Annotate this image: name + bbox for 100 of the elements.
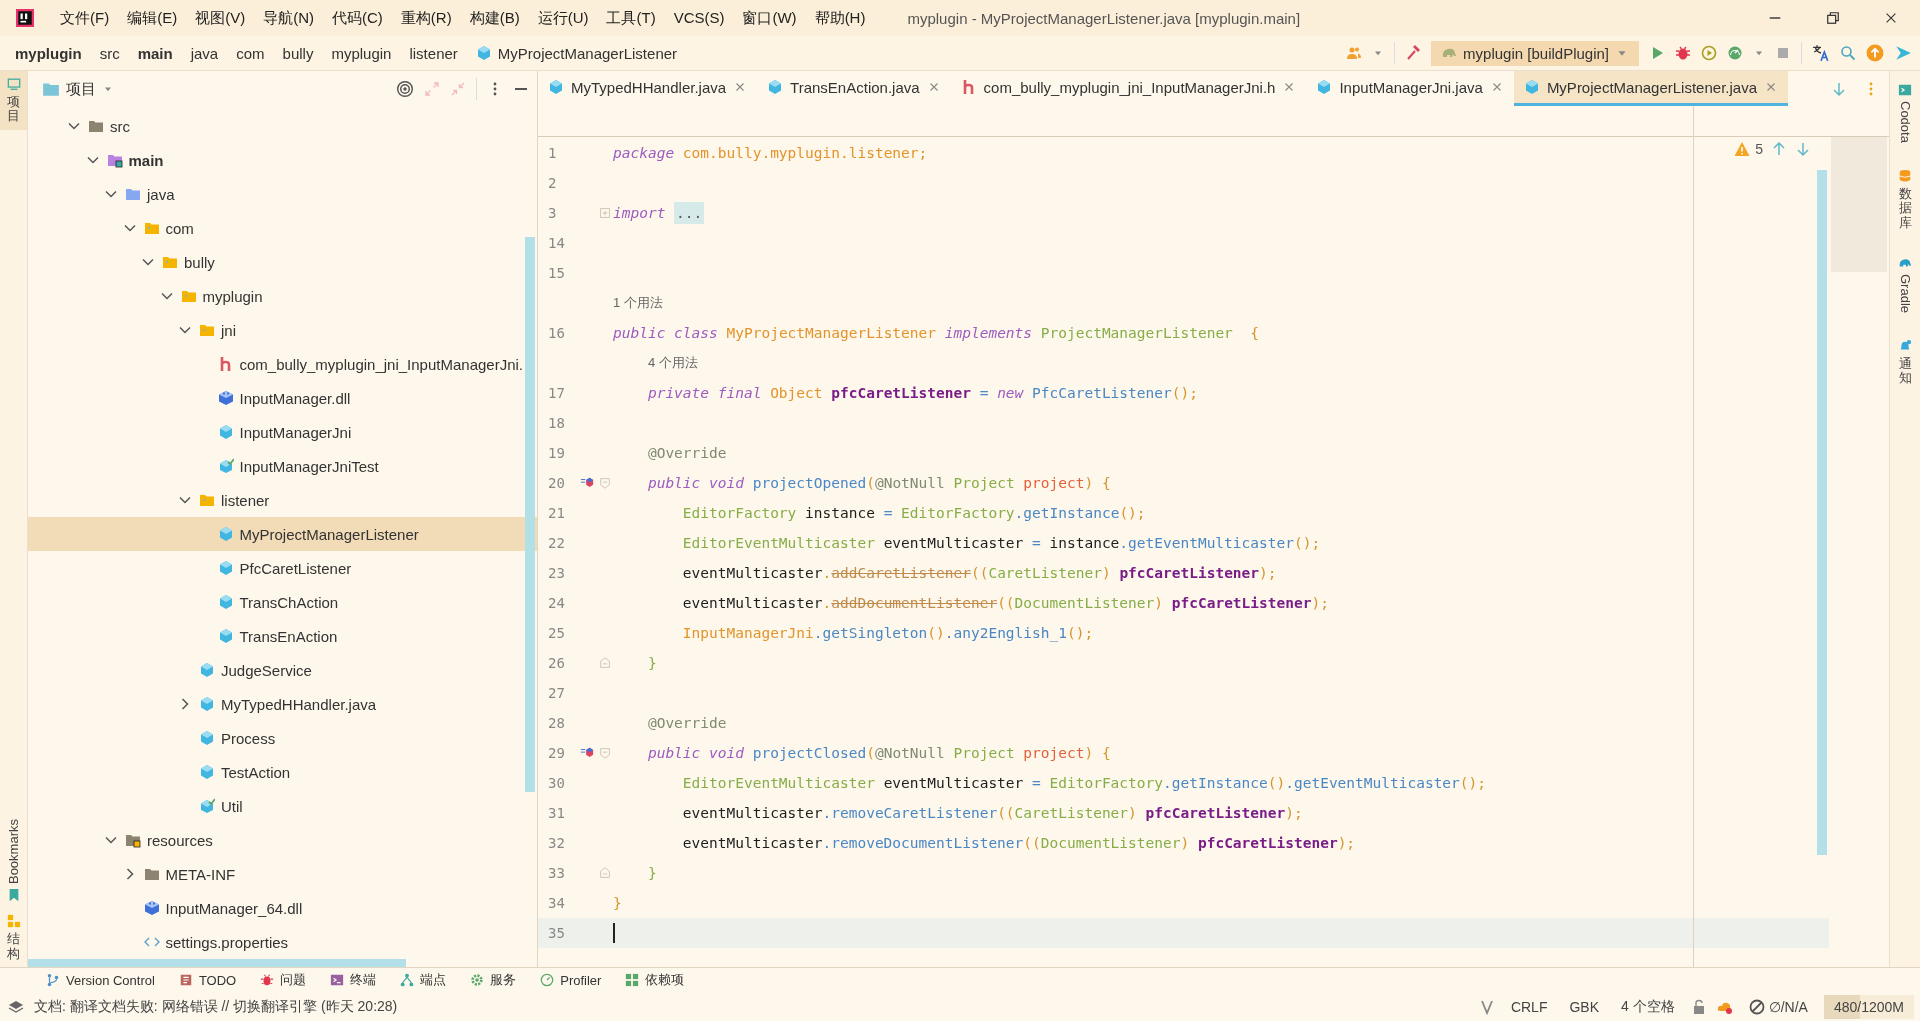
tree-item[interactable]: settings.properties: [28, 925, 537, 959]
tree-item[interactable]: TestAction: [28, 755, 537, 789]
tool-window-button[interactable]: Gradle: [1897, 249, 1913, 319]
memory-indicator[interactable]: 480/1200M: [1823, 994, 1914, 1019]
upload-icon[interactable]: [1866, 44, 1884, 62]
debug-icon[interactable]: [1675, 45, 1691, 61]
status-item[interactable]: GBK: [1563, 998, 1605, 1015]
translate-icon[interactable]: [1812, 44, 1830, 62]
tree-item[interactable]: JudgeService: [28, 653, 537, 687]
people-icon[interactable]: [1346, 45, 1363, 61]
scrollbar[interactable]: [28, 959, 406, 967]
tool-window-button[interactable]: 依赖项: [615, 971, 695, 989]
project-view-dropdown[interactable]: 项目: [36, 78, 120, 100]
tool-window-button[interactable]: 问题: [250, 971, 317, 989]
editor-tab[interactable]: MyTypedHHandler.java: [538, 71, 758, 106]
breadcrumb[interactable]: MyProjectManagerListener: [466, 44, 687, 62]
usage-hint[interactable]: 1 个用法: [613, 294, 663, 312]
tree-item[interactable]: TransEnAction: [28, 619, 537, 653]
bell-icon[interactable]: [1898, 338, 1912, 353]
tree-item[interactable]: META-INF: [28, 857, 537, 891]
tool-window-button[interactable]: Profiler: [530, 972, 612, 988]
tree-item[interactable]: InputManager_64.dll: [28, 891, 537, 925]
tree-item[interactable]: MyTypedHHandler.java: [28, 687, 537, 721]
tool-window-button[interactable]: 数据库: [1898, 162, 1912, 236]
menu-item[interactable]: 窗口(W): [734, 4, 805, 32]
arrow-down-icon[interactable]: [1795, 141, 1811, 157]
tool-window-button[interactable]: TODO: [168, 972, 247, 988]
tree-item[interactable]: InputManager.dll: [28, 381, 537, 415]
tree-item[interactable]: com: [28, 211, 537, 245]
arrow-up-icon[interactable]: [1771, 141, 1787, 157]
implements-marker-icon[interactable]: [580, 746, 594, 760]
tool-window-button[interactable]: Version Control: [36, 972, 165, 988]
structure-icon[interactable]: [6, 914, 21, 929]
tree-item[interactable]: com_bully_myplugin_jni_InputManagerJni.: [28, 347, 537, 381]
tree-item[interactable]: TransChAction: [28, 585, 537, 619]
tree-item[interactable]: InputManagerJni: [28, 415, 537, 449]
tool-window-button[interactable]: 通知: [1898, 332, 1912, 392]
menu-item[interactable]: 文件(F): [52, 4, 118, 32]
tool-window-button[interactable]: 服务: [460, 971, 527, 989]
editor-tab[interactable]: InputManagerJni.java: [1306, 71, 1514, 106]
target-icon[interactable]: [396, 80, 414, 98]
scrollbar[interactable]: [1817, 170, 1827, 855]
implements-marker-icon[interactable]: [580, 476, 594, 490]
breadcrumb[interactable]: com: [227, 44, 274, 62]
status-item[interactable]: CRLF: [1504, 998, 1554, 1015]
coverage-icon[interactable]: [1701, 45, 1717, 61]
tree-item[interactable]: InputManagerJniTest: [28, 449, 537, 483]
tool-window-button[interactable]: 项目: [0, 71, 27, 130]
arrow-down-icon[interactable]: [1831, 80, 1847, 97]
menu-item[interactable]: 编辑(E): [119, 4, 186, 32]
warning-count[interactable]: 5: [1734, 141, 1763, 157]
tree-item[interactable]: MyProjectManagerListener: [28, 517, 537, 551]
breadcrumb[interactable]: main: [128, 44, 182, 62]
tool-window-button[interactable]: 终端: [320, 971, 387, 989]
breadcrumb[interactable]: src: [90, 44, 129, 62]
menu-item[interactable]: 帮助(H): [806, 4, 874, 32]
search-icon[interactable]: [1840, 45, 1856, 61]
stop-icon[interactable]: [1775, 45, 1791, 61]
fold-icon[interactable]: [597, 656, 612, 670]
expand-icon[interactable]: [424, 81, 440, 97]
terminal-icon[interactable]: [1898, 83, 1912, 97]
tool-window-button[interactable]: Bookmarks: [0, 813, 27, 909]
run-configuration-dropdown[interactable]: myplugin [buildPlugin]: [1431, 40, 1639, 66]
tree-item[interactable]: java: [28, 177, 537, 211]
database-icon[interactable]: [1898, 168, 1912, 183]
fold-icon[interactable]: [597, 206, 612, 220]
arrow-logo-icon[interactable]: [1894, 44, 1912, 62]
tree-item[interactable]: main: [28, 143, 537, 177]
tree-item[interactable]: Process: [28, 721, 537, 755]
tree-item[interactable]: jni: [28, 313, 537, 347]
breadcrumb[interactable]: bully: [273, 44, 323, 62]
layers-icon[interactable]: [8, 998, 24, 1015]
menu-item[interactable]: 运行(U): [529, 4, 597, 32]
fold-icon[interactable]: [597, 866, 612, 880]
tree-item[interactable]: src: [28, 109, 537, 143]
menu-item[interactable]: 导航(N): [255, 4, 322, 32]
tool-window-button[interactable]: 结构: [0, 908, 27, 967]
status-message[interactable]: 文档: 翻译文档失败: 网络错误 // 切换翻译引擎 (昨天 20:28): [34, 997, 1469, 1016]
gauge-icon[interactable]: [1727, 45, 1743, 61]
tree-item[interactable]: myplugin: [28, 279, 537, 313]
tree-item[interactable]: listener: [28, 483, 537, 517]
breadcrumb[interactable]: myplugin: [6, 44, 91, 62]
breadcrumb[interactable]: listener: [400, 44, 467, 62]
menu-item[interactable]: VCS(S): [665, 4, 733, 32]
menu-item[interactable]: 重构(R): [392, 4, 460, 32]
scrollbar[interactable]: [525, 237, 535, 792]
breadcrumb[interactable]: java: [181, 44, 228, 62]
editor-tab[interactable]: MyProjectManagerListener.java: [1513, 71, 1788, 106]
breadcrumb[interactable]: myplugin: [322, 44, 401, 62]
status-item[interactable]: 4 个空格: [1615, 997, 1681, 1016]
menu-item[interactable]: 视图(V): [187, 4, 254, 32]
tree-item[interactable]: Util: [28, 789, 537, 823]
editor-tab[interactable]: com_bully_myplugin_jni_InputManagerJni.h: [950, 71, 1307, 106]
tree-item[interactable]: bully: [28, 245, 537, 279]
tool-window-button[interactable]: 端点: [390, 971, 457, 989]
editor-tab[interactable]: TransEnAction.java: [757, 71, 951, 106]
tree-item[interactable]: PfcCaretListener: [28, 551, 537, 585]
monitor-icon[interactable]: [6, 77, 21, 91]
menu-item[interactable]: 工具(T): [598, 4, 664, 32]
usage-hint[interactable]: 4 个用法: [647, 354, 698, 372]
